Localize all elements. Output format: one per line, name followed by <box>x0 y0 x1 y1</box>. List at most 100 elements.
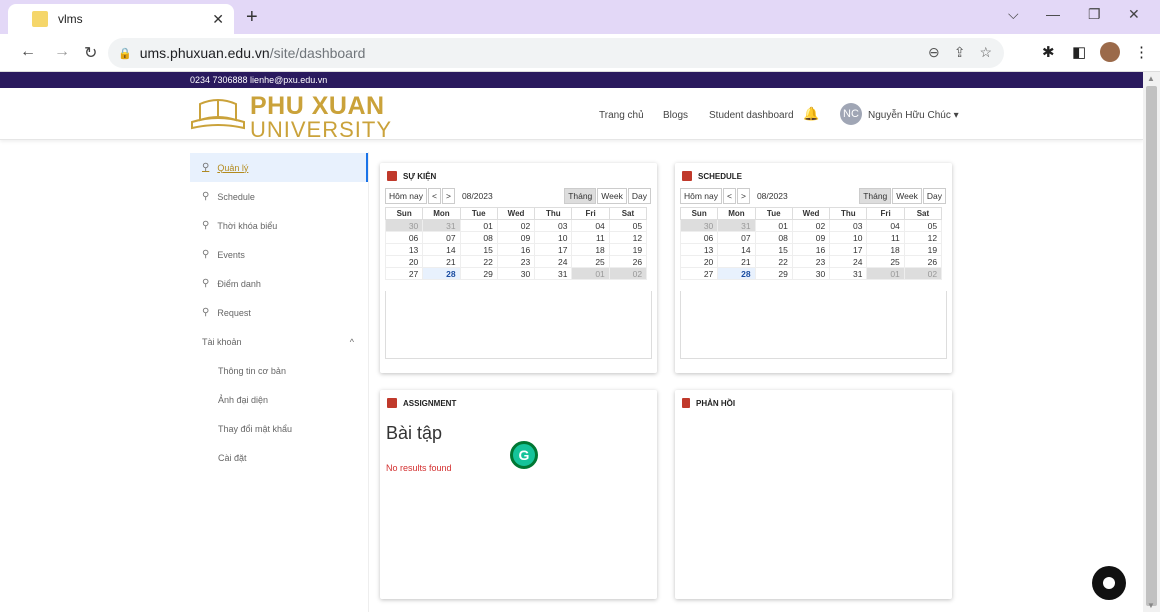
scroll-thumb[interactable] <box>1146 86 1157 606</box>
page-scrollbar[interactable]: ▲ ▼ <box>1143 72 1160 612</box>
view-button[interactable]: Week <box>597 188 627 204</box>
calendar-day[interactable]: 06 <box>384 231 424 244</box>
calendar-day[interactable]: 17 <box>534 243 573 256</box>
calendar-day[interactable]: 13 <box>384 243 424 256</box>
calendar-day[interactable]: 01 <box>754 219 793 232</box>
grammarly-icon[interactable]: G <box>510 441 538 469</box>
calendar-day[interactable]: 01 <box>459 219 498 232</box>
sidepanel-icon[interactable]: ◧ <box>1072 43 1086 61</box>
calendar-day[interactable]: 23 <box>496 255 536 268</box>
calendar-day[interactable]: 23 <box>791 255 831 268</box>
calendar-day[interactable]: 30 <box>384 219 424 232</box>
calendar-day[interactable]: 08 <box>754 231 793 244</box>
calendar-day[interactable]: 28 <box>717 267 756 280</box>
calendar-day[interactable]: 24 <box>534 255 573 268</box>
scroll-up-icon[interactable]: ▲ <box>1147 74 1155 83</box>
calendar-day[interactable]: 09 <box>791 231 831 244</box>
tab-search-icon[interactable]: ⌵ <box>1008 6 1019 23</box>
calendar-day[interactable]: 31 <box>422 219 461 232</box>
bookmark-star-icon[interactable]: ☆ <box>979 44 992 61</box>
back-icon[interactable]: ← <box>20 43 36 61</box>
calendar-day[interactable]: 16 <box>496 243 536 256</box>
sidebar-item-schedule[interactable]: ⚲ Schedule <box>190 182 368 211</box>
calendar-day[interactable]: 28 <box>422 267 461 280</box>
zoom-icon[interactable]: ⊖ <box>928 44 940 61</box>
calendar-day[interactable]: 21 <box>717 255 756 268</box>
calendar-day[interactable]: 09 <box>496 231 536 244</box>
browser-tab[interactable]: vlms ✕ <box>8 4 234 34</box>
sidebar-item-settings[interactable]: Cài đặt <box>190 443 368 472</box>
sidebar-item-basic-info[interactable]: Thông tin cơ bản <box>190 356 368 385</box>
calendar-day[interactable]: 01 <box>866 267 905 280</box>
calendar-day[interactable]: 25 <box>571 255 610 268</box>
calendar-day[interactable]: 11 <box>866 231 905 244</box>
calendar-day[interactable]: 12 <box>608 231 648 244</box>
calendar-day[interactable]: 07 <box>717 231 756 244</box>
sidebar-item-events[interactable]: ⚲ Events <box>190 240 368 269</box>
calendar-day[interactable]: 30 <box>679 219 719 232</box>
restore-icon[interactable]: ❐ <box>1088 6 1101 23</box>
calendar-day[interactable]: 31 <box>534 267 573 280</box>
sidebar-item-account[interactable]: Tài khoản ^ <box>190 327 368 356</box>
calendar-day[interactable]: 02 <box>903 267 943 280</box>
calendar-day[interactable]: 06 <box>679 231 719 244</box>
calendar-day[interactable]: 30 <box>496 267 536 280</box>
calendar-day[interactable]: 20 <box>384 255 424 268</box>
sidebar-item-avatar[interactable]: Ảnh đại diện <box>190 385 368 414</box>
extensions-icon[interactable]: ✱ <box>1042 43 1055 61</box>
prev-month-button[interactable]: < <box>428 188 441 204</box>
view-button[interactable]: Day <box>627 188 651 204</box>
sidebar-item-timetable[interactable]: ⚲ Thời khóa biểu <box>190 211 368 240</box>
forward-icon[interactable]: → <box>54 43 70 61</box>
calendar-day[interactable]: 11 <box>571 231 610 244</box>
calendar-day[interactable]: 15 <box>754 243 793 256</box>
calendar-day[interactable]: 17 <box>829 243 868 256</box>
nav-home[interactable]: Trang chủ <box>599 110 644 121</box>
share-icon[interactable]: ⇪ <box>954 44 966 61</box>
next-month-button[interactable]: > <box>736 188 750 204</box>
view-button[interactable]: Day <box>922 188 946 204</box>
url-field[interactable]: 🔒 ums.phuxuan.edu.vn/site/dashboard ⊖ ⇪ … <box>108 38 1004 68</box>
calendar-day[interactable]: 26 <box>903 255 943 268</box>
calendar-day[interactable]: 27 <box>679 267 719 280</box>
profile-avatar[interactable] <box>1100 42 1120 62</box>
calendar-day[interactable]: 02 <box>791 219 831 232</box>
sidebar-item-request[interactable]: ⚲ Request <box>190 298 368 327</box>
calendar-day[interactable]: 18 <box>866 243 905 256</box>
bell-icon[interactable]: 🔔 <box>803 106 819 122</box>
nav-student-dashboard[interactable]: Student dashboard <box>709 110 794 121</box>
new-tab-icon[interactable]: + <box>246 6 258 29</box>
calendar-day[interactable]: 02 <box>608 267 648 280</box>
calendar-day[interactable]: 02 <box>496 219 536 232</box>
calendar-day[interactable]: 16 <box>791 243 831 256</box>
calendar-day[interactable]: 29 <box>754 267 793 280</box>
calendar-day[interactable]: 01 <box>571 267 610 280</box>
nav-blogs[interactable]: Blogs <box>663 110 688 121</box>
calendar-day[interactable]: 14 <box>422 243 461 256</box>
calendar-day[interactable]: 31 <box>829 267 868 280</box>
calendar-day[interactable]: 07 <box>422 231 461 244</box>
calendar-day[interactable]: 05 <box>903 219 943 232</box>
sidebar-item-attendance[interactable]: ⚲ Điểm danh <box>190 269 368 298</box>
view-button[interactable]: Tháng <box>859 188 892 204</box>
calendar-day[interactable]: 03 <box>829 219 868 232</box>
calendar-day[interactable]: 04 <box>571 219 610 232</box>
sidebar-item-change-password[interactable]: Thay đổi mật khẩu <box>190 414 368 443</box>
chat-bubble-icon[interactable] <box>1092 566 1126 600</box>
calendar-day[interactable]: 30 <box>791 267 831 280</box>
calendar-day[interactable]: 03 <box>534 219 573 232</box>
calendar-day[interactable]: 19 <box>608 243 648 256</box>
logo-text[interactable]: PHU XUAN UNIVERSITY <box>250 94 392 141</box>
today-button[interactable]: Hôm nay <box>680 188 723 204</box>
close-window-icon[interactable]: ✕ <box>1128 6 1140 23</box>
today-button[interactable]: Hôm nay <box>385 188 428 204</box>
calendar-day[interactable]: 26 <box>608 255 648 268</box>
calendar-day[interactable]: 21 <box>422 255 461 268</box>
user-avatar[interactable]: NC <box>840 103 862 125</box>
calendar-day[interactable]: 19 <box>903 243 943 256</box>
sidebar-item-quan-ly[interactable]: ⚲ Quản lý <box>190 153 368 182</box>
calendar-day[interactable]: 10 <box>829 231 868 244</box>
calendar-day[interactable]: 04 <box>866 219 905 232</box>
view-button[interactable]: Tháng <box>564 188 597 204</box>
reload-icon[interactable]: ↻ <box>84 43 97 63</box>
